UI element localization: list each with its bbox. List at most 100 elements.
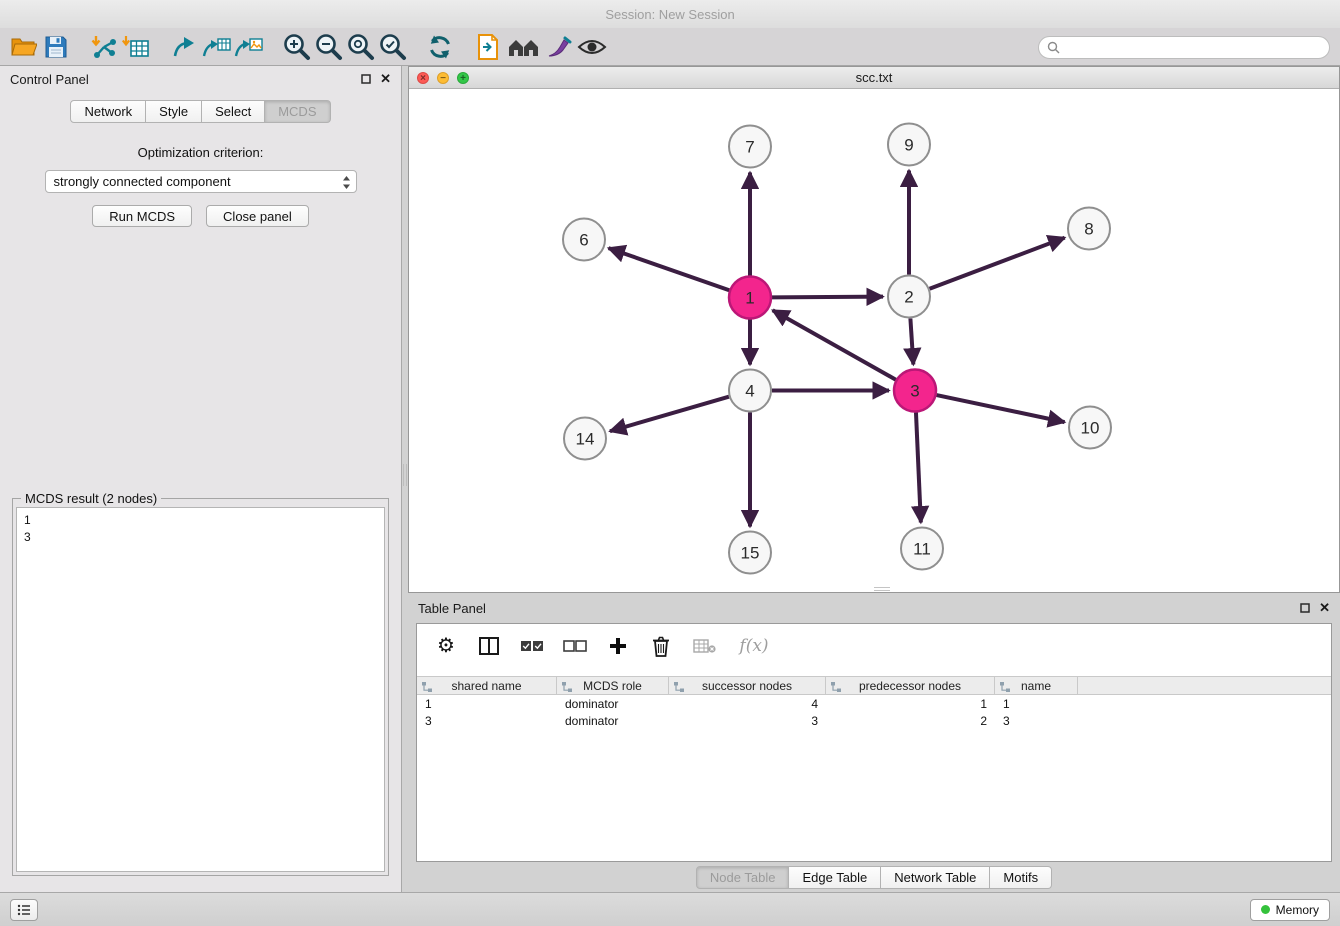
zoom-fit-button[interactable] <box>344 31 376 63</box>
select-all-button[interactable] <box>519 633 545 659</box>
graph-edge-2-3[interactable] <box>910 318 913 364</box>
search-input[interactable] <box>1065 41 1321 55</box>
table-panel: Table Panel ✕ ⚙ f(x) shared nameMCD <box>408 595 1340 892</box>
column-header-mcds-role[interactable]: MCDS role <box>557 677 669 694</box>
minimize-window-icon[interactable]: − <box>437 72 449 84</box>
report-button[interactable] <box>472 31 504 63</box>
table-cell-successor-nodes: 3 <box>669 714 826 728</box>
graph-node-14[interactable]: 14 <box>564 418 606 460</box>
import-network-button[interactable] <box>88 31 120 63</box>
memory-label: Memory <box>1276 903 1319 917</box>
delete-table-button[interactable] <box>691 633 717 659</box>
export-network-button[interactable] <box>168 31 200 63</box>
tab-select[interactable]: Select <box>202 100 265 123</box>
save-icon <box>44 35 68 59</box>
graph-edge-3-10[interactable] <box>937 395 1065 422</box>
eye-icon <box>577 37 607 57</box>
table-cell-predecessor-nodes: 2 <box>826 714 995 728</box>
column-header-successor-nodes[interactable]: successor nodes <box>669 677 826 694</box>
export-image-button[interactable] <box>232 31 264 63</box>
graph-edge-3-1[interactable] <box>773 310 896 379</box>
memory-status-icon <box>1261 905 1270 914</box>
graph-edge-1-2[interactable] <box>772 297 883 298</box>
add-column-button[interactable] <box>605 633 631 659</box>
graph-node-7[interactable]: 7 <box>729 126 771 168</box>
svg-text:8: 8 <box>1084 220 1093 239</box>
mcds-result-list[interactable]: 13 <box>16 507 385 872</box>
column-header-shared-name[interactable]: shared name <box>417 677 557 694</box>
criterion-dropdown[interactable]: strongly connected component <box>45 170 357 193</box>
graph-edge-1-6[interactable] <box>609 248 730 290</box>
tab-style[interactable]: Style <box>146 100 202 123</box>
tab-motifs[interactable]: Motifs <box>990 866 1052 889</box>
main-area: Control Panel ✕ Network Style Select MCD… <box>0 66 1340 892</box>
svg-text:15: 15 <box>741 544 760 563</box>
column-header-predecessor-nodes[interactable]: predecessor nodes <box>826 677 995 694</box>
close-window-icon[interactable]: × <box>417 72 429 84</box>
graph-node-11[interactable]: 11 <box>901 528 943 570</box>
zoom-in-button[interactable] <box>280 31 312 63</box>
graph-node-1[interactable]: 1 <box>729 277 771 319</box>
graph-node-6[interactable]: 6 <box>563 219 605 261</box>
graph-edge-2-8[interactable] <box>930 238 1065 289</box>
table-cell-name: 3 <box>995 714 1078 728</box>
graph-node-10[interactable]: 10 <box>1069 407 1111 449</box>
table-cell-mcds-role: dominator <box>557 697 669 711</box>
table-cell-mcds-role: dominator <box>557 714 669 728</box>
column-header-name[interactable]: name <box>995 677 1078 694</box>
table-row[interactable]: 1dominator411 <box>417 695 1331 712</box>
table-cell-successor-nodes: 4 <box>669 697 826 711</box>
criterion-dropdown-value: strongly connected component <box>54 174 231 189</box>
table-row[interactable]: 3dominator323 <box>417 712 1331 729</box>
graph-node-9[interactable]: 9 <box>888 124 930 166</box>
float-table-panel-icon[interactable] <box>1299 602 1311 614</box>
float-panel-icon[interactable] <box>360 73 372 85</box>
refresh-button[interactable] <box>424 31 456 63</box>
tab-network-table[interactable]: Network Table <box>881 866 990 889</box>
tab-edge-table[interactable]: Edge Table <box>789 866 881 889</box>
table-settings-button[interactable]: ⚙ <box>433 633 459 659</box>
zoom-out-button[interactable] <box>312 31 344 63</box>
style-button[interactable] <box>544 31 576 63</box>
import-network-icon <box>90 34 118 60</box>
tab-node-table[interactable]: Node Table <box>696 866 790 889</box>
graph-node-8[interactable]: 8 <box>1068 208 1110 250</box>
show-hide-button[interactable] <box>576 31 608 63</box>
table-panel-title: Table Panel <box>418 601 486 616</box>
graph-node-4[interactable]: 4 <box>729 370 771 412</box>
close-panel-icon[interactable]: ✕ <box>380 71 391 87</box>
list-icon <box>17 904 31 916</box>
close-panel-button[interactable]: Close panel <box>206 205 309 227</box>
graph-node-2[interactable]: 2 <box>888 276 930 318</box>
zoom-window-icon[interactable]: + <box>457 72 469 84</box>
graph-node-3[interactable]: 3 <box>894 370 936 412</box>
window-resize-grip-icon[interactable] <box>874 587 890 591</box>
tab-mcds[interactable]: MCDS <box>265 100 330 123</box>
open-file-button[interactable] <box>8 31 40 63</box>
export-network-icon <box>171 34 197 60</box>
import-table-button[interactable] <box>120 31 152 63</box>
zoom-selected-button[interactable] <box>376 31 408 63</box>
network-canvas[interactable]: 7 9 6 8 1 2 4 3 14 10 15 11 <box>409 89 1339 592</box>
control-panel-tabs: Network Style Select MCDS <box>0 100 401 123</box>
save-session-button[interactable] <box>40 31 72 63</box>
mcds-result-group: MCDS result (2 nodes) 13 <box>12 498 389 876</box>
export-table-button[interactable] <box>200 31 232 63</box>
task-history-button[interactable] <box>10 899 38 921</box>
tab-network[interactable]: Network <box>70 100 146 123</box>
close-table-panel-icon[interactable]: ✕ <box>1319 600 1330 616</box>
home-button[interactable] <box>504 31 544 63</box>
home-icon <box>507 35 541 59</box>
memory-button[interactable]: Memory <box>1250 899 1330 921</box>
graph-node-15[interactable]: 15 <box>729 532 771 574</box>
run-mcds-button[interactable]: Run MCDS <box>92 205 192 227</box>
apply-function-button[interactable]: f(x) <box>734 633 774 659</box>
delete-column-button[interactable] <box>648 633 674 659</box>
refresh-icon <box>426 33 454 61</box>
show-columns-button[interactable] <box>476 633 502 659</box>
svg-text:7: 7 <box>745 138 754 157</box>
graph-edge-3-11[interactable] <box>916 412 921 522</box>
graph-edge-4-14[interactable] <box>610 397 729 432</box>
svg-text:10: 10 <box>1081 419 1100 438</box>
deselect-all-button[interactable] <box>562 633 588 659</box>
